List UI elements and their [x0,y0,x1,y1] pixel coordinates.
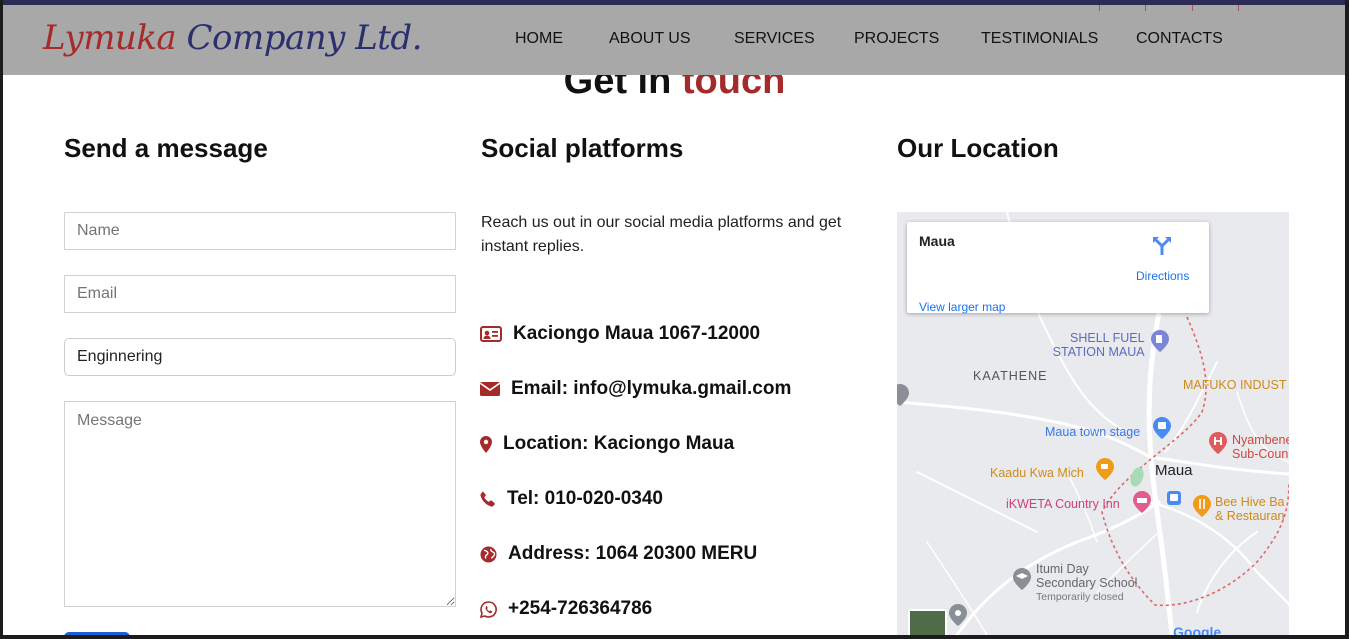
window-left-border [0,0,3,639]
nav-contacts[interactable]: CONTACTS [1136,30,1223,48]
send-message-title: Send a message [64,133,268,163]
window-bottom-border [0,635,1349,639]
bus-stop-icon[interactable] [1167,491,1181,505]
nav-projects[interactable]: PROJECTS [854,30,939,48]
google-logo: Google [1173,624,1222,635]
map-label-itumi-school: Itumi Day Secondary School Temporarily c… [1036,562,1137,604]
social-platforms-title: Social platforms [481,133,684,163]
contact-text-email: Email: info@lymuka.gmail.com [511,378,792,399]
contact-text-phone: Tel: 010-020-0340 [507,488,663,509]
map-marker-icon [480,435,492,453]
map-label-nyambene-line2: Sub-Coun [1232,447,1289,461]
map-label-beehive: Bee Hive Ba & Restauran [1215,495,1284,523]
school-pin-icon[interactable] [1013,568,1031,590]
map-label-shell-station: SHELL FUEL STATION MAUA [1053,331,1145,359]
view-larger-map-link[interactable]: View larger map [919,300,1005,314]
window-top-border [0,0,1349,5]
bus-stage-pin-icon[interactable] [1153,417,1171,439]
satellite-toggle-thumbnail[interactable] [908,609,947,635]
nav-services[interactable]: SERVICES [734,30,815,48]
site-header: Lymuka Company Ltd. HOME ABOUT US SERVIC… [3,5,1345,75]
map-label-maua-town: Maua [1155,462,1193,479]
logo-part-1: Lymuka [43,18,177,58]
contact-text-address-code: Kaciongo Maua 1067-12000 [513,323,761,344]
map-label-itumi-line1: Itumi Day [1036,562,1089,576]
hospital-pin-icon[interactable] [1209,432,1227,454]
directions-icon[interactable] [1151,234,1173,260]
map-label-kaathene: KAATHENE [973,369,1048,383]
directions-link[interactable]: Directions [1136,269,1189,283]
hotel-pin-icon[interactable] [1133,491,1151,513]
map-label-mafuko: MAFUKO INDUST [1183,378,1287,392]
bottom-pin-icon[interactable] [949,604,967,626]
map-label-maua-stage: Maua town stage [1045,425,1141,439]
contact-row-postal-address: Address: 1064 20300 MERU [480,543,757,565]
site-logo[interactable]: Lymuka Company Ltd. [43,18,423,58]
map-label-itumi-status: Temporarily closed [1036,591,1124,603]
restaurant-pin-icon[interactable] [1193,495,1211,517]
map-label-kaadu: Kaadu Kwa Mich [990,466,1084,480]
map-label-beehive-line2: & Restauran [1215,509,1285,523]
map-info-card: Maua Directions View larger map [907,222,1209,314]
nav-about-us[interactable]: ABOUT US [609,30,691,48]
message-textarea[interactable] [64,401,456,607]
contact-row-location: Location: Kaciongo Maua [480,433,734,455]
envelope-icon [480,381,500,397]
whatsapp-icon [480,600,497,618]
nav-testimonials[interactable]: TESTIMONIALS [981,30,1098,48]
map-place-name: Maua [919,233,955,249]
window-right-border [1345,0,1349,639]
contact-text-postal-address: Address: 1064 20300 MERU [508,543,758,564]
contact-row-phone: Tel: 010-020-0340 [480,488,663,510]
map-label-ikweta: iKWETA Country Inn [1006,497,1120,511]
contact-text-whatsapp: +254-726364786 [508,598,653,619]
map-label-itumi-line2: Secondary School [1036,576,1138,590]
name-input[interactable] [64,212,456,250]
globe-icon [480,546,497,563]
map-label-nyambene-line1: Nyambene [1232,433,1289,447]
subject-input[interactable] [64,338,456,376]
contact-text-location: Location: Kaciongo Maua [503,433,735,454]
fuel-station-pin-icon[interactable] [1151,330,1169,352]
map-label-nyambene: Nyambene Sub-Coun [1232,433,1289,461]
map-label-shell-line1: SHELL FUEL [1070,331,1145,345]
email-input[interactable] [64,275,456,313]
phone-icon [480,491,496,507]
contact-row-address-code: Kaciongo Maua 1067-12000 [480,323,760,345]
id-card-icon [480,325,502,343]
cafe-pin-icon[interactable] [1096,458,1114,480]
map-label-shell-line2: STATION MAUA [1052,345,1145,359]
nav-home[interactable]: HOME [515,30,563,48]
our-location-title: Our Location [897,133,1059,163]
social-description: Reach us out in our social media platfor… [481,214,842,255]
contact-row-whatsapp: +254-726364786 [480,598,652,620]
map-label-beehive-line1: Bee Hive Ba [1215,495,1285,509]
edge-pin-icon[interactable] [897,384,909,406]
logo-part-2: Company Ltd. [186,18,423,58]
location-map[interactable]: Maua Directions View larger map SHELL FU… [897,212,1289,635]
contact-row-email: Email: info@lymuka.gmail.com [480,378,791,400]
